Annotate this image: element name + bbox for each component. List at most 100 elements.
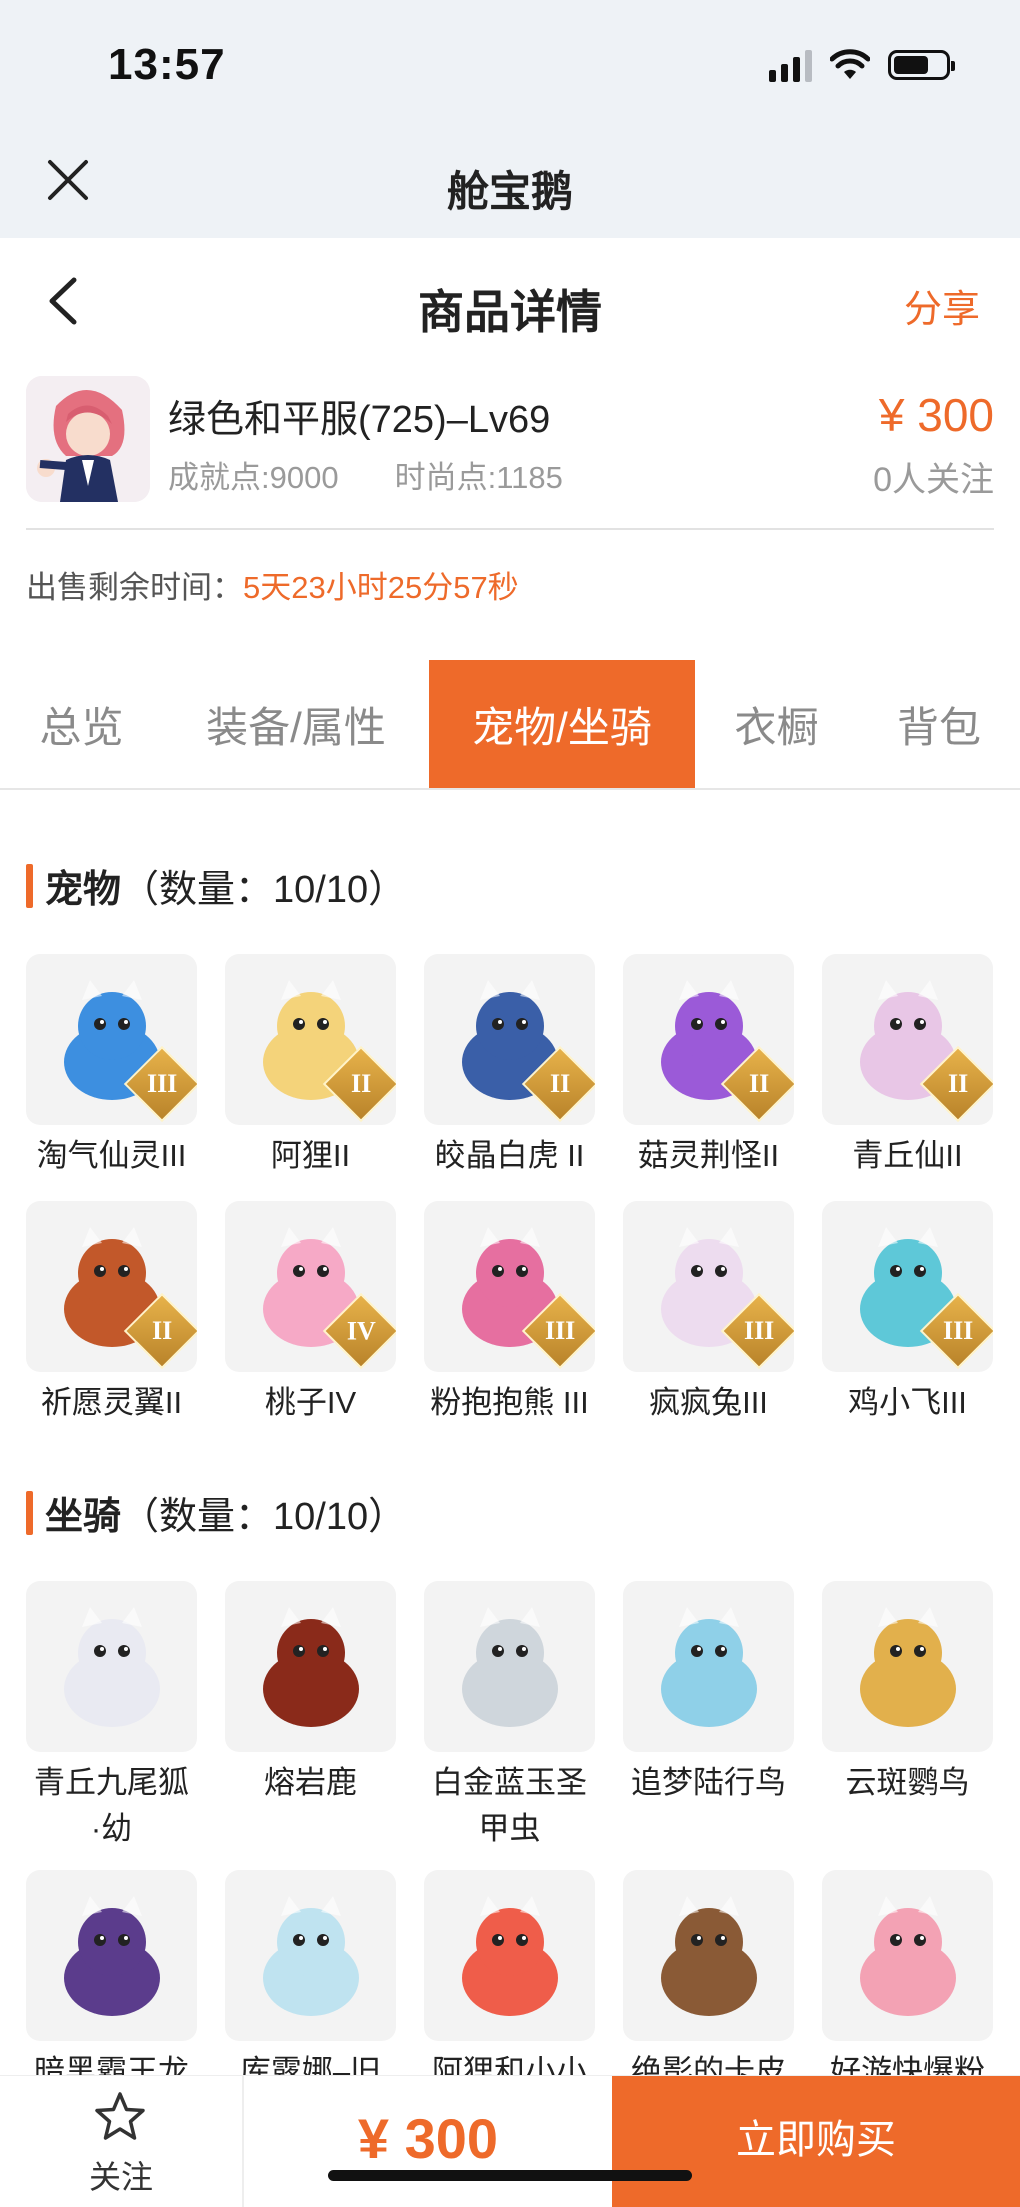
mount-item[interactable]: 追梦陆行鸟 bbox=[623, 1581, 794, 1852]
creature-icon bbox=[461, 1606, 558, 1727]
creature-icon bbox=[461, 1895, 558, 2016]
pet-item[interactable]: II 青丘仙II bbox=[822, 954, 993, 1179]
follower-count: 0人关注 bbox=[873, 461, 994, 499]
item-name: 青丘九尾狐 ·幼 bbox=[34, 1765, 189, 1846]
mount-item[interactable]: 青丘九尾狐 ·幼 bbox=[26, 1581, 197, 1852]
mount-thumbnail bbox=[26, 1581, 197, 1752]
pet-thumbnail: IV bbox=[225, 1201, 396, 1372]
mount-thumbnail bbox=[424, 1581, 595, 1752]
buy-now-button[interactable]: 立即购买 bbox=[612, 2076, 1020, 2207]
pet-thumbnail: II bbox=[26, 1201, 197, 1372]
pet-thumbnail: III bbox=[26, 954, 197, 1125]
item-name: 追梦陆行鸟 bbox=[631, 1765, 786, 1800]
mounts-count: （数量：10/10） bbox=[121, 1496, 407, 1538]
mount-thumbnail bbox=[822, 1581, 993, 1752]
pets-grid: III 淘气仙灵III II 阿狸II II 皎晶白虎 II II 菇灵荆怪II II 青丘仙II… bbox=[26, 954, 994, 1426]
mounts-section-title: 坐骑 （数量：10/10） bbox=[26, 1485, 406, 1540]
mount-item[interactable]: 白金蓝玉圣 甲虫 bbox=[424, 1581, 595, 1852]
creature-icon bbox=[262, 1606, 359, 1727]
tier-label: III bbox=[146, 1068, 178, 1098]
signal-icon bbox=[769, 48, 812, 82]
item-name: 疯疯兔III bbox=[649, 1385, 768, 1420]
pet-item[interactable]: III 疯疯兔III bbox=[623, 1201, 794, 1426]
mount-item[interactable]: 阿狸和小小 bbox=[424, 1870, 595, 2095]
tab-backpack[interactable]: 背包 bbox=[858, 660, 1020, 788]
section-accent-bar bbox=[26, 1490, 33, 1535]
creature-icon bbox=[859, 1895, 956, 2016]
tab-equipment[interactable]: 装备/属性 bbox=[163, 660, 429, 788]
item-name: 皎晶白虎 II bbox=[434, 1138, 585, 1173]
tier-label: III bbox=[942, 1315, 974, 1345]
tab-pets-mounts[interactable]: 宠物/坐骑 bbox=[429, 660, 695, 788]
item-name: 白金蓝玉圣 甲虫 bbox=[432, 1765, 587, 1846]
achievement-points: 成就点:9000 bbox=[168, 460, 339, 495]
sale-time-value: 5天23小时25分57秒 bbox=[243, 570, 519, 605]
pet-item[interactable]: II 皎晶白虎 II bbox=[424, 954, 595, 1179]
item-name: 熔岩鹿 bbox=[264, 1765, 357, 1800]
mount-thumbnail bbox=[225, 1870, 396, 2041]
mount-item[interactable]: 好游快爆粉 bbox=[822, 1870, 993, 2095]
nav-bar: 商品详情 分享 bbox=[0, 238, 1020, 368]
tab-wardrobe[interactable]: 衣橱 bbox=[695, 660, 858, 788]
bottom-action-bar: 关注 ¥ 300 立即购买 bbox=[0, 2075, 1020, 2207]
pets-count: （数量：10/10） bbox=[121, 869, 407, 911]
pet-item[interactable]: II 祈愿灵翼II bbox=[26, 1201, 197, 1426]
creature-icon bbox=[262, 1895, 359, 2016]
app-title: 舱宝鹅 bbox=[446, 168, 573, 215]
product-stats: 成就点:9000 时尚点:1185 bbox=[168, 452, 563, 497]
creature-icon bbox=[63, 1606, 160, 1727]
tier-label: III bbox=[743, 1315, 775, 1345]
mount-item[interactable]: 暗黑霸王龙 bbox=[26, 1870, 197, 2095]
item-name: 阿狸II bbox=[270, 1138, 351, 1173]
creature-icon bbox=[660, 1606, 757, 1727]
pet-thumbnail: III bbox=[424, 1201, 595, 1372]
tier-label: II bbox=[748, 1069, 770, 1098]
tier-label: III bbox=[544, 1315, 576, 1345]
mount-thumbnail bbox=[424, 1870, 595, 2041]
mounts-title: 坐骑 bbox=[45, 1496, 122, 1538]
product-price: ¥ 300 bbox=[878, 389, 994, 441]
star-icon bbox=[95, 2092, 145, 2140]
pet-thumbnail: III bbox=[623, 1201, 794, 1372]
product-name: 绿色和平服(725)–Lv69 bbox=[168, 399, 551, 441]
item-name: 鸡小飞III bbox=[848, 1385, 967, 1420]
item-name: 云斑鹦鸟 bbox=[845, 1765, 970, 1800]
pet-item[interactable]: IV 桃子IV bbox=[225, 1201, 396, 1426]
pet-item[interactable]: III 粉抱抱熊 III bbox=[424, 1201, 595, 1426]
pet-item[interactable]: III 鸡小飞III bbox=[822, 1201, 993, 1426]
mount-item[interactable]: 库露娜–旧 bbox=[225, 1870, 396, 2095]
mount-item[interactable]: 云斑鹦鸟 bbox=[822, 1581, 993, 1852]
section-accent-bar bbox=[26, 863, 33, 908]
tab-overview[interactable]: 总览 bbox=[0, 660, 163, 788]
wifi-icon bbox=[830, 49, 870, 79]
follow-label: 关注 bbox=[88, 2159, 153, 2195]
mount-item[interactable]: 熔岩鹿 bbox=[225, 1581, 396, 1852]
item-name: 菇灵荆怪II bbox=[637, 1138, 780, 1173]
mounts-grid: 青丘九尾狐 ·幼 熔岩鹿 白金蓝玉圣 甲虫 追梦陆行鸟 云斑鹦鸟暗黑霸王龙 库露娜–旧 阿狸… bbox=[26, 1581, 994, 2095]
item-name: 淘气仙灵III bbox=[36, 1138, 187, 1173]
mount-item[interactable]: 绝影的卡皮 bbox=[623, 1870, 794, 2095]
fashion-points: 时尚点:1185 bbox=[394, 460, 563, 495]
share-button[interactable]: 分享 bbox=[904, 278, 980, 333]
creature-icon bbox=[63, 1895, 160, 2016]
item-name: 祈愿灵翼II bbox=[40, 1385, 183, 1420]
follow-button[interactable]: 关注 bbox=[0, 2076, 242, 2207]
status-bar: 13:57 bbox=[0, 0, 1020, 130]
app-header: 舱宝鹅 bbox=[0, 130, 1020, 238]
tab-bar: 总览 装备/属性 宠物/坐骑 衣橱 背包 bbox=[0, 660, 1020, 790]
pet-thumbnail: II bbox=[424, 954, 595, 1125]
pet-item[interactable]: III 淘气仙灵III bbox=[26, 954, 197, 1179]
status-icons bbox=[769, 48, 955, 82]
pet-thumbnail: III bbox=[822, 1201, 993, 1372]
item-name: 桃子IV bbox=[264, 1385, 357, 1420]
pet-thumbnail: II bbox=[822, 954, 993, 1125]
mount-thumbnail bbox=[623, 1581, 794, 1752]
bottom-price: ¥ 300 bbox=[242, 2076, 612, 2207]
home-indicator bbox=[328, 2170, 692, 2181]
pet-item[interactable]: II 菇灵荆怪II bbox=[623, 954, 794, 1179]
pet-item[interactable]: II 阿狸II bbox=[225, 954, 396, 1179]
character-avatar-icon bbox=[26, 376, 150, 502]
pet-thumbnail: II bbox=[225, 954, 396, 1125]
mount-thumbnail bbox=[26, 1870, 197, 2041]
mount-thumbnail bbox=[822, 1870, 993, 2041]
